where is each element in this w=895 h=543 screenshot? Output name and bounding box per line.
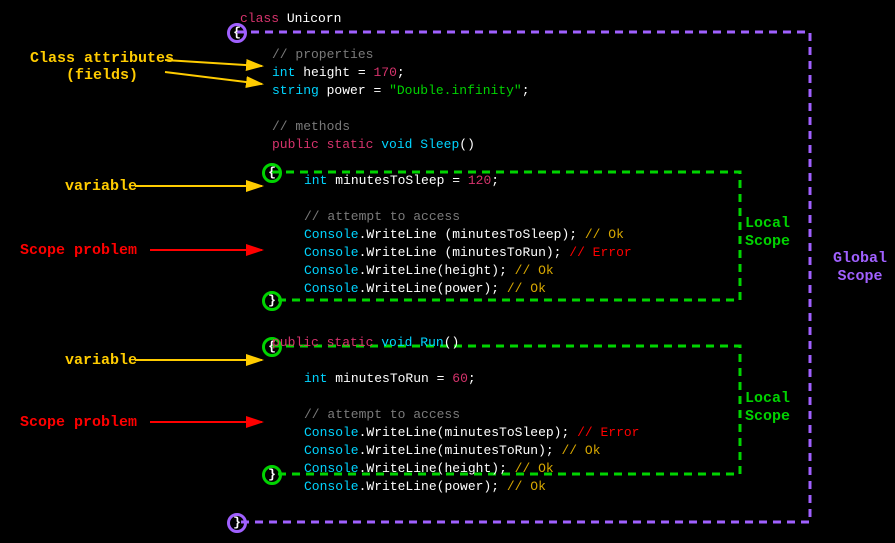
code-block: class Unicorn // properties int height =…: [240, 10, 800, 496]
code-line: // properties: [240, 46, 800, 64]
global-scope-label: Global Scope: [833, 250, 887, 286]
code-line: [240, 352, 800, 370]
code-line: Console.WriteLine(minutesToSleep); // Er…: [240, 424, 800, 442]
code-line: int minutesToSleep = 120;: [240, 172, 800, 190]
variable-label-1: variable: [65, 178, 137, 195]
code-line: [240, 388, 800, 406]
code-line: Console.WriteLine(minutesToRun); // Ok: [240, 442, 800, 460]
annotations-panel: Class attributes (fields) variable Scope…: [0, 0, 240, 543]
code-line: // attempt to access: [240, 208, 800, 226]
scope-problem-label-1: Scope problem: [20, 242, 137, 259]
code-line: int height = 170;: [240, 64, 800, 82]
class-attributes-label: Class attributes (fields): [30, 50, 174, 84]
global-close-brace-icon: }: [227, 513, 247, 533]
code-line: Console.WriteLine(height); // Ok: [240, 460, 800, 478]
code-line: int minutesToRun = 60;: [240, 370, 800, 388]
code-line: [240, 190, 800, 208]
code-line: [240, 298, 800, 316]
scope-problem-label-2: Scope problem: [20, 414, 137, 431]
code-line: [240, 28, 800, 46]
code-line: public static void Run(): [240, 334, 800, 352]
code-line: // attempt to access: [240, 406, 800, 424]
code-line: Console.WriteLine(height); // Ok: [240, 262, 800, 280]
code-line: class Unicorn: [240, 10, 800, 28]
code-line: Console.WriteLine (minutesToRun); // Err…: [240, 244, 800, 262]
code-line: Console.WriteLine(power); // Ok: [240, 478, 800, 496]
code-line: Console.WriteLine (minutesToSleep); // O…: [240, 226, 800, 244]
code-line: string power = "Double.infinity";: [240, 82, 800, 100]
code-line: // methods: [240, 118, 800, 136]
code-line: Console.WriteLine(power); // Ok: [240, 280, 800, 298]
code-line: public static void Sleep(): [240, 136, 800, 154]
variable-label-2: variable: [65, 352, 137, 369]
code-line: [240, 316, 800, 334]
code-line: [240, 100, 800, 118]
code-line: [240, 154, 800, 172]
